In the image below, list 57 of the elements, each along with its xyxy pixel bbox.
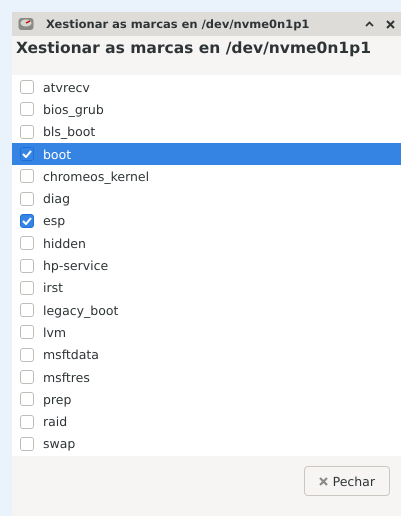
flag-label: bls_boot [43,124,96,140]
checkbox[interactable] [20,303,34,318]
flag-row[interactable]: msftres [12,366,401,388]
checkbox[interactable] [20,348,34,362]
flag-label: hp-service [43,258,108,274]
checkbox[interactable] [20,414,34,429]
flag-label: bios_grub [43,102,104,117]
checkbox[interactable] [20,102,34,116]
flag-row[interactable]: legacy_boot [12,298,401,322]
checkbox[interactable] [20,370,34,384]
flag-label: chromeos_kernel [43,168,150,184]
close-icon [318,476,328,486]
close-icon[interactable] [386,20,395,28]
close-button[interactable]: Pechar [304,466,390,496]
flag-label: raid [43,414,68,430]
checkbox[interactable] [20,325,34,340]
flag-label: boot [43,146,72,162]
flag-row[interactable]: prep [12,388,401,410]
checkbox[interactable] [20,214,34,228]
checkbox[interactable] [20,169,34,184]
flag-row[interactable]: swap [12,432,401,456]
maximize-icon[interactable] [365,21,374,27]
flag-label: hidden [43,236,86,251]
flag-row[interactable]: lvm [12,321,401,344]
checkbox[interactable] [20,436,34,451]
flag-label: irst [43,280,64,296]
flag-row[interactable]: raid [12,410,401,433]
flag-label: prep [43,392,72,407]
flag-label: diag [43,191,70,206]
flag-row[interactable]: atvrecv [12,76,401,98]
flag-row[interactable]: boot [12,142,401,166]
flag-row[interactable]: bios_grub [12,98,401,121]
checkbox[interactable] [20,258,34,273]
flag-label: legacy_boot [43,302,118,318]
flag-row[interactable]: diag [12,187,401,210]
flag-row[interactable]: bls_boot [12,120,401,143]
flag-label: atvrecv [43,80,90,95]
checkbox[interactable] [20,147,34,162]
checkbox[interactable] [20,192,34,206]
flag-row[interactable]: msftdata [12,344,401,366]
flag-label: lvm [43,324,66,340]
flag-row[interactable]: hp-service [12,254,401,277]
flag-label: swap [43,436,76,452]
flag-row[interactable]: hidden [12,232,401,254]
flag-row[interactable]: esp [12,210,401,232]
flag-label: msftres [43,370,90,384]
flag-row[interactable]: irst [12,276,401,299]
checkbox[interactable] [20,124,34,139]
checkbox[interactable] [20,236,34,250]
checkbox[interactable] [20,280,34,295]
dialog-heading: Xestionar as marcas en /dev/nvme0n1p1 [15,38,372,59]
checkbox[interactable] [20,80,34,94]
window-title: Xestionar as marcas en /dev/nvme0n1p1 [46,17,310,31]
flag-row[interactable]: chromeos_kernel [12,165,401,188]
flag-label: msftdata [43,347,99,362]
checkbox[interactable] [20,392,34,406]
flag-label: esp [43,213,66,228]
